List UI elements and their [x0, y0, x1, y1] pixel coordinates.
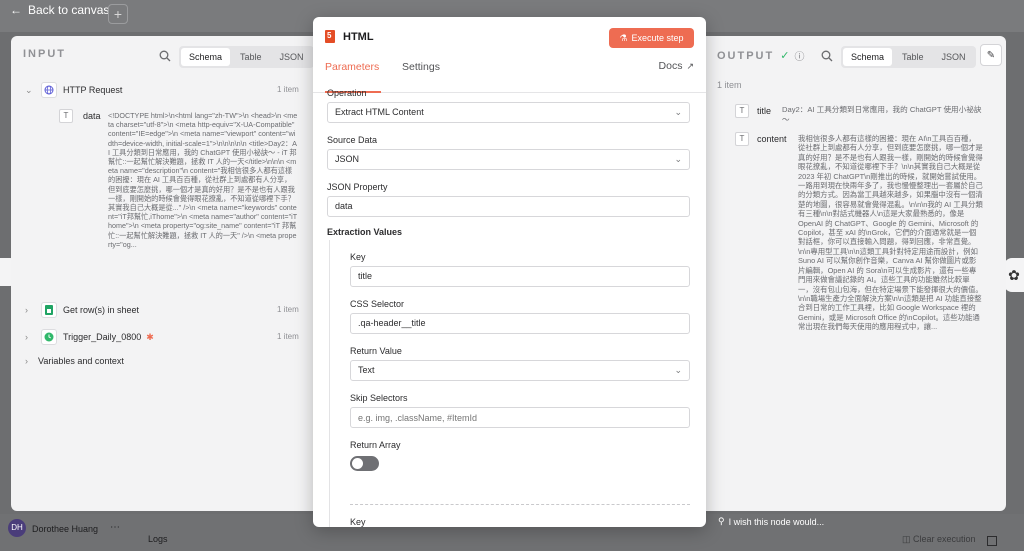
chevron-down-icon: ⌄: [674, 365, 682, 375]
edit-output-button[interactable]: ✎: [980, 44, 1002, 66]
clear-execution-button[interactable]: ◫ Clear execution: [902, 534, 976, 545]
mode-table[interactable]: Table: [232, 48, 270, 66]
source-data-label: Source Data: [327, 135, 378, 145]
source-data-select[interactable]: JSON ⌄: [327, 149, 690, 170]
node-name: Get row(s) in sheet: [63, 305, 140, 315]
input-header: INPUT Schema Table JSON: [23, 46, 314, 68]
docs-link[interactable]: Docs ↗: [659, 60, 694, 72]
field-content[interactable]: T content: [735, 132, 787, 146]
node-http-request[interactable]: ⌄ HTTP Request: [25, 82, 122, 98]
search-icon[interactable]: [817, 46, 837, 66]
output-title: OUTPUT: [717, 49, 775, 62]
modal-header: HTML ⚗ Execute step: [313, 17, 706, 57]
lightbulb-icon: ⚲: [718, 516, 725, 526]
clock-icon: [41, 329, 57, 345]
modal-title: HTML: [343, 31, 374, 43]
flask-icon: ⚗: [619, 32, 628, 43]
add-button[interactable]: +: [108, 4, 128, 24]
chevron-right-icon: ›: [25, 356, 28, 366]
chevron-right-icon: ›: [25, 305, 28, 315]
chevron-right-icon: ›: [25, 332, 28, 342]
return-array-label: Return Array: [350, 440, 401, 450]
text-type-icon: T: [59, 109, 73, 123]
field-value: <!DOCTYPE html>\n<html lang="zh-TW">\n <…: [108, 111, 298, 249]
field-name: title: [757, 106, 772, 116]
execute-step-button[interactable]: ⚗ Execute step: [609, 28, 694, 48]
trigger-bolt-icon: ✱: [146, 331, 154, 342]
html5-icon: [325, 30, 335, 43]
node-get-rows[interactable]: › Get row(s) in sheet: [25, 302, 139, 318]
chevron-down-icon: ⌄: [674, 154, 682, 164]
field-title[interactable]: T title: [735, 104, 771, 118]
key-label: Key: [350, 252, 366, 262]
title-value: Day2：AI 工具分類到日常應用，我的 ChatGPT 使用小祕訣～: [782, 105, 982, 124]
json-property-input[interactable]: data: [327, 196, 690, 217]
avatar[interactable]: DH: [8, 519, 26, 537]
sheet-icon: [41, 302, 57, 318]
mode-schema[interactable]: Schema: [843, 48, 893, 66]
logs-label[interactable]: Logs: [148, 534, 168, 544]
globe-icon: [41, 82, 57, 98]
extraction-indent-line: [329, 240, 330, 527]
node-trigger-daily[interactable]: › Trigger_Daily_0800 ✱: [25, 329, 154, 345]
input-title: INPUT: [23, 48, 66, 60]
key-label-2: Key: [350, 517, 366, 527]
external-link-icon: ↗: [686, 60, 694, 71]
feedback-link[interactable]: ⚲ I wish this node would...: [718, 516, 824, 527]
text-type-icon: T: [735, 104, 749, 118]
layout-icon[interactable]: [987, 536, 997, 546]
return-array-toggle[interactable]: [350, 456, 379, 471]
tab-settings[interactable]: Settings: [402, 57, 440, 91]
extraction-values-label: Extraction Values: [327, 227, 403, 237]
field-data[interactable]: T data: [59, 109, 101, 123]
user-name: Dorothee Huang: [32, 524, 99, 534]
content-value: 我相信很多人都有這樣的困擾：現在 AI\n工具百百種，從社群上到處都有人分享，但…: [798, 134, 983, 332]
item-count: 1 item: [277, 332, 299, 341]
arrow-left-icon: ←: [10, 3, 22, 17]
json-property-label: JSON Property: [327, 182, 388, 192]
item-count: 1 item: [277, 305, 299, 314]
key-input[interactable]: title: [350, 266, 690, 287]
mode-json[interactable]: JSON: [272, 48, 312, 66]
modal-tabs: Parameters Settings: [313, 57, 706, 93]
node-variables-context[interactable]: › Variables and context: [25, 356, 124, 366]
chevron-down-icon: ⌄: [674, 107, 682, 117]
item-count: 1 item: [277, 85, 299, 94]
return-value-select[interactable]: Text ⌄: [350, 360, 690, 381]
operation-label: Operation: [327, 88, 367, 98]
skip-selectors-label: Skip Selectors: [350, 393, 408, 403]
node-name: HTTP Request: [63, 85, 123, 95]
pencil-icon: ✎: [986, 49, 996, 61]
text-type-icon: T: [735, 132, 749, 146]
return-value-label: Return Value: [350, 346, 402, 356]
ai-assistant-icon[interactable]: ✿: [1004, 258, 1024, 292]
mode-json[interactable]: JSON: [934, 48, 974, 66]
css-selector-label: CSS Selector: [350, 299, 405, 309]
skip-selectors-input[interactable]: [350, 407, 690, 428]
back-to-canvas-link[interactable]: ← Back to canvas: [10, 3, 109, 17]
chevron-down-icon: ⌄: [25, 84, 33, 95]
output-view-mode: Schema Table JSON: [841, 46, 976, 68]
input-view-mode: Schema Table JSON: [179, 46, 314, 68]
search-icon[interactable]: [155, 46, 175, 66]
field-name: content: [757, 134, 787, 144]
divider: [350, 504, 690, 505]
mode-table[interactable]: Table: [894, 48, 932, 66]
success-check-icon: ✓: [780, 50, 790, 62]
user-menu-icon[interactable]: ⋯: [110, 522, 120, 533]
info-icon[interactable]: ⓘ: [794, 48, 804, 63]
field-name: data: [83, 111, 101, 121]
node-name: Variables and context: [38, 356, 124, 366]
operation-select[interactable]: Extract HTML Content ⌄: [327, 102, 690, 123]
mode-schema[interactable]: Schema: [181, 48, 231, 66]
output-header: OUTPUT ✓ ⓘ Schema Table JSON ✎: [717, 44, 1002, 68]
node-name: Trigger_Daily_0800: [63, 332, 142, 342]
output-item-count: 1 item: [717, 80, 742, 90]
css-selector-input[interactable]: .qa-header__title: [350, 313, 690, 334]
